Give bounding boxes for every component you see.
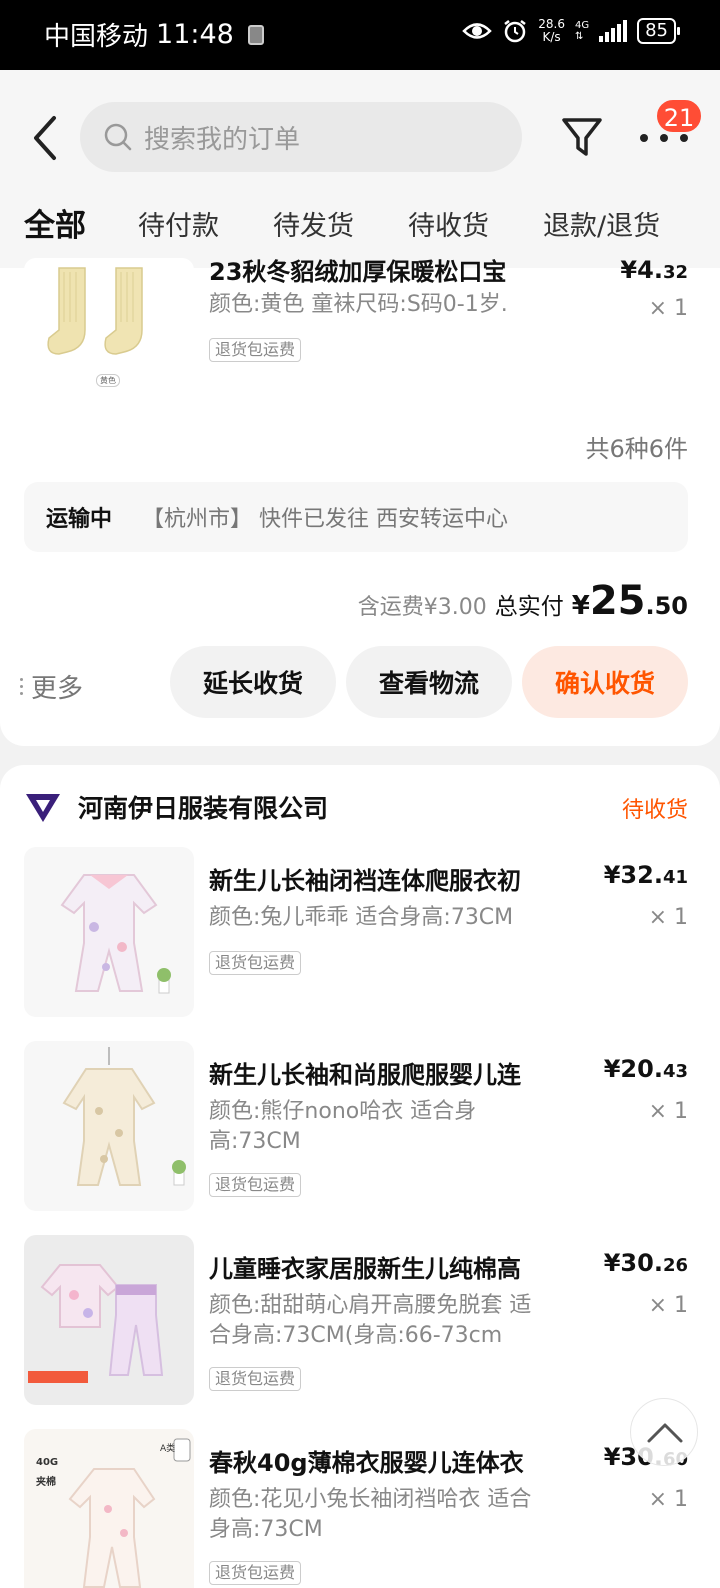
signal-icon xyxy=(599,20,628,42)
tab-refund[interactable]: 退款/退货 xyxy=(543,204,660,243)
more-label: 更多 xyxy=(31,674,84,704)
return-shipping-tag: 退货包运费 xyxy=(209,1367,302,1391)
confirm-receipt-button[interactable]: 确认收货 xyxy=(522,646,688,718)
order-total: 含运费¥3.00 总实付 ¥25.50 xyxy=(358,578,688,624)
product-spec: 颜色:花见小兔长袖闭裆哈衣 适合身高:73CM xyxy=(209,1487,532,1542)
product-thumbnail: 40G 夹棉 A类 xyxy=(24,1429,194,1588)
search-input[interactable]: 搜索我的订单 xyxy=(80,102,522,172)
clock: 11:48 xyxy=(156,19,234,50)
product-title: 春秋40g薄棉衣服婴儿连体衣 xyxy=(209,1449,524,1477)
vertical-dots-icon xyxy=(20,678,23,695)
return-shipping-tag: 退货包运费 xyxy=(209,338,302,362)
product-price: ¥20.43 xyxy=(603,1055,688,1083)
product-thumbnail xyxy=(24,1041,194,1211)
product-quantity: × 1 xyxy=(648,1293,688,1318)
product-quantity: × 1 xyxy=(648,905,688,930)
status-bar: 中国移动 11:48 28.6 K/s 4G ⇅ 85 xyxy=(0,0,720,70)
product-thumbnail xyxy=(24,1235,194,1405)
product-thumbnail xyxy=(24,847,194,1017)
return-shipping-tag: 退货包运费 xyxy=(209,1173,302,1197)
view-logistics-button[interactable]: 查看物流 xyxy=(346,646,512,718)
product-spec: 颜色:熊仔nono哈衣 适合身高:73CM xyxy=(209,1099,477,1154)
product-title: 儿童睡衣家居服新生儿纯棉高 xyxy=(209,1255,521,1283)
socks-image xyxy=(47,267,143,355)
grade-badge: A类 xyxy=(160,1444,176,1454)
shop-header[interactable]: 河南伊日服装有限公司 待收货 xyxy=(24,789,688,825)
product-spec: 颜色:黄色 童袜尺码:S码0-1岁. xyxy=(209,292,508,317)
network-type: 4G ⇅ xyxy=(574,20,590,42)
shop-name: 河南伊日服装有限公司 xyxy=(78,794,329,823)
logistics-status: 运输中 xyxy=(46,507,113,532)
more-actions[interactable]: 更多 xyxy=(20,668,83,705)
product-title: 新生儿长袖闭裆连体爬服衣初 xyxy=(209,867,521,895)
product-thumbnail: 黄色 xyxy=(24,258,194,428)
product-price: ¥30.26 xyxy=(603,1249,688,1277)
carrier-name: 中国移动 xyxy=(44,22,149,52)
order-tabs: 全部 待付款 待发货 待收货 退款/退货 xyxy=(0,200,720,256)
logistics-detail: 【杭州市】 快件已发往 西安转运中心 xyxy=(142,507,509,532)
return-shipping-tag: 退货包运费 xyxy=(209,951,302,975)
alarm-icon xyxy=(504,20,526,43)
product-quantity: × 1 xyxy=(648,296,688,321)
battery-indicator: 85 xyxy=(637,18,680,44)
item-count: 共6种6件 xyxy=(585,435,688,463)
search-placeholder: 搜索我的订单 xyxy=(144,124,301,155)
total-label: 总实付 xyxy=(494,594,564,620)
tab-pending-payment[interactable]: 待付款 xyxy=(138,204,219,243)
tab-all[interactable]: 全部 xyxy=(24,200,86,245)
shop-logo-icon xyxy=(26,794,60,822)
logistics-bar[interactable]: 运输中 【杭州市】 快件已发往 西安转运中心 xyxy=(24,482,688,552)
product-title: 新生儿长袖和尚服爬服婴儿连 xyxy=(209,1061,521,1089)
back-icon[interactable] xyxy=(24,108,64,168)
product-price: ¥32.41 xyxy=(603,861,688,889)
shipping-fee: 含运费¥3.00 xyxy=(357,595,487,620)
product-spec: 颜色:兔儿乖乖 适合身高:73CM xyxy=(209,905,514,930)
notification-icon xyxy=(247,24,264,45)
order-card: 黄色 23秋冬貂绒加厚保暖松口宝 颜色:黄色 童袜尺码:S码0-1岁. 退货包运… xyxy=(0,256,720,746)
product-title: 23秋冬貂绒加厚保暖松口宝 xyxy=(209,258,507,286)
back-to-top-button[interactable] xyxy=(630,1398,698,1466)
extend-receipt-button[interactable]: 延长收货 xyxy=(170,646,336,718)
product-price: ¥4.32 xyxy=(620,256,688,284)
total-amount: ¥25.50 xyxy=(571,578,688,624)
network-speed: 28.6 K/s xyxy=(538,17,565,44)
product-spec: 颜色:甜甜萌心肩开高腰免脱套 适合身高:73CM(身高:66-73cm xyxy=(209,1293,532,1348)
tab-pending-shipment[interactable]: 待发货 xyxy=(273,204,354,243)
chevron-up-icon xyxy=(647,1423,683,1443)
cotton-label-badge: 夹棉 xyxy=(36,1477,56,1488)
message-badge: 21 xyxy=(655,98,703,134)
color-label: 黄色 xyxy=(96,374,120,387)
product-quantity: × 1 xyxy=(648,1099,688,1124)
order-status: 待收货 xyxy=(621,798,688,823)
product-quantity: × 1 xyxy=(648,1487,688,1512)
tab-pending-receipt[interactable]: 待收货 xyxy=(408,204,489,243)
search-icon xyxy=(104,123,132,151)
eye-icon xyxy=(462,23,493,39)
return-shipping-tag: 退货包运费 xyxy=(209,1561,302,1585)
order-header: 搜索我的订单 21 全部 待付款 待发货 待收货 退款/退货 xyxy=(0,70,720,270)
filter-icon[interactable] xyxy=(560,114,604,160)
cotton-weight-badge: 40G xyxy=(36,1457,59,1468)
order-card: 河南伊日服装有限公司 待收货 新生儿长袖闭裆连体爬服衣初 颜色:兔儿乖乖 适合身… xyxy=(0,765,720,1588)
